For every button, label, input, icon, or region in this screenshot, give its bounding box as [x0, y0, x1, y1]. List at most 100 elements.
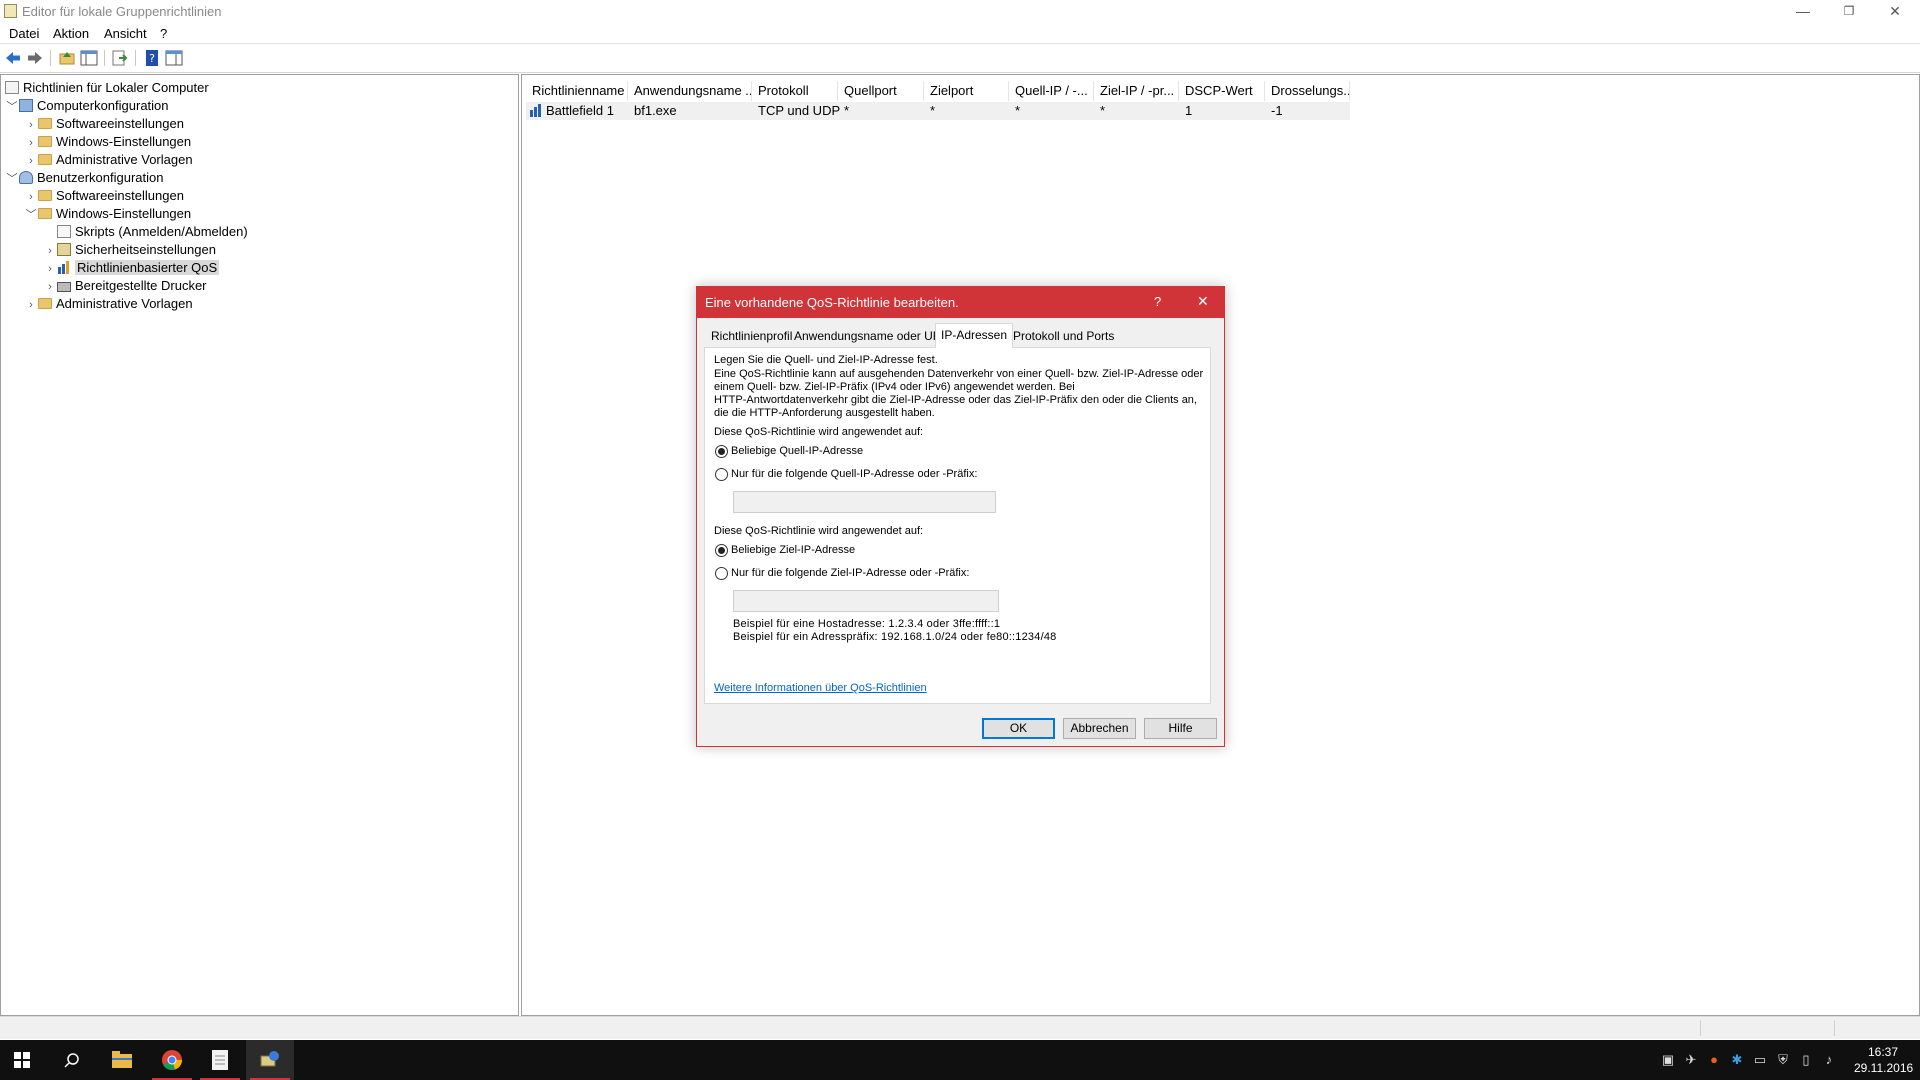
tree-item-label: Softwareeinstellungen	[56, 188, 184, 203]
radio-any-source-ip-label[interactable]: Beliebige Quell-IP-Adresse	[731, 445, 863, 458]
close-button[interactable]: ✕	[1872, 0, 1918, 23]
dest-ip-input[interactable]	[733, 590, 999, 612]
menu-bar: Datei Aktion Ansicht ?	[0, 23, 1920, 44]
dialog-help-button[interactable]: ?	[1154, 294, 1161, 309]
radio-specific-dest-ip-label[interactable]: Nur für die folgende Ziel-IP-Adresse ode…	[731, 567, 969, 580]
tray-app-icon[interactable]: ▣	[1660, 1052, 1676, 1068]
window-title-bar: Editor für lokale Gruppenrichtlinien — ❐…	[0, 0, 1920, 23]
tree-item-label: Sicherheitseinstellungen	[75, 242, 216, 257]
ok-button[interactable]: OK	[982, 718, 1055, 739]
chevron-right-icon[interactable]: ›	[43, 242, 57, 260]
qos-edit-dialog: Eine vorhandene QoS-Richtlinie bearbeite…	[696, 286, 1225, 747]
column-header-policy-name[interactable]: Richtlinienname	[526, 81, 628, 101]
tree-item-label: Administrative Vorlagen	[56, 152, 193, 167]
tree-item-computer-windows[interactable]: › Windows-Einstellungen	[5, 133, 248, 151]
example-host-address: Beispiel für eine Hostadresse: 1.2.3.4 o…	[733, 618, 1001, 630]
tree-item-computer-admin[interactable]: › Administrative Vorlagen	[5, 151, 248, 169]
tree-item-user-windows[interactable]: ﹀ Windows-Einstellungen	[5, 205, 248, 223]
chevron-right-icon[interactable]: ›	[43, 278, 57, 296]
menu-aktion[interactable]: Aktion	[53, 26, 89, 41]
tree-item-scripts[interactable]: Skripts (Anmelden/Abmelden)	[5, 223, 248, 241]
tray-battery-icon[interactable]: ▯	[1798, 1052, 1814, 1068]
column-header-dest-ip[interactable]: Ziel-IP / -pr...	[1094, 81, 1179, 101]
up-folder-icon[interactable]	[58, 49, 76, 67]
source-ip-input[interactable]	[733, 491, 996, 513]
tray-display-icon[interactable]: ▭	[1752, 1052, 1768, 1068]
radio-specific-source-ip-label[interactable]: Nur für die folgende Quell-IP-Adresse od…	[731, 468, 977, 481]
dialog-close-button[interactable]: ✕	[1197, 293, 1209, 310]
column-header-protocol[interactable]: Protokoll	[752, 81, 838, 101]
tray-network-adapter-icon[interactable]: ✱	[1729, 1052, 1745, 1068]
chevron-right-icon[interactable]: ›	[24, 188, 38, 206]
chevron-down-icon[interactable]: ﹀	[24, 206, 38, 224]
tray-origin-icon[interactable]: ●	[1706, 1052, 1722, 1068]
tree-item-qos[interactable]: › Richtlinienbasierter QoS	[5, 259, 248, 277]
qos-chart-icon	[58, 261, 69, 274]
help-button[interactable]: Hilfe	[1144, 718, 1217, 739]
tray-shield-icon[interactable]: ⛨	[1775, 1052, 1791, 1068]
radio-specific-dest-ip[interactable]	[715, 567, 728, 580]
tree-item-user[interactable]: ﹀ Benutzerkonfiguration	[5, 169, 248, 187]
chevron-right-icon[interactable]: ›	[24, 152, 38, 170]
chevron-right-icon[interactable]: ›	[24, 296, 38, 314]
tree-item-user-software[interactable]: › Softwareeinstellungen	[5, 187, 248, 205]
tree-item-computer[interactable]: ﹀ Computerkonfiguration	[5, 97, 248, 115]
menu-datei[interactable]: Datei	[9, 26, 39, 41]
export-list-icon[interactable]	[111, 49, 129, 67]
folder-icon	[38, 154, 52, 165]
tree-item-label: Skripts (Anmelden/Abmelden)	[75, 224, 248, 239]
tree-item-computer-software[interactable]: › Softwareeinstellungen	[5, 115, 248, 133]
chevron-right-icon[interactable]: ›	[24, 134, 38, 152]
properties-pane-icon[interactable]	[165, 49, 183, 67]
tab-protokoll-ports[interactable]: Protokoll und Ports	[1008, 326, 1119, 347]
tray-volume-icon[interactable]: ♪	[1821, 1052, 1837, 1068]
folder-icon	[38, 298, 52, 309]
tab-anwendungsname[interactable]: Anwendungsname oder URL	[789, 326, 953, 347]
tree-item-security[interactable]: › Sicherheitseinstellungen	[5, 241, 248, 259]
taskbar-policy-editor[interactable]	[246, 1040, 294, 1080]
radio-any-source-ip[interactable]	[715, 445, 728, 458]
tab-ip-adressen[interactable]: IP-Adressen	[935, 323, 1014, 348]
chevron-right-icon[interactable]: ›	[24, 116, 38, 134]
panel-description-line: HTTP-Antwortdatenverkehr gibt die Ziel-I…	[714, 394, 1197, 406]
tray-plane-icon[interactable]: ✈	[1683, 1052, 1699, 1068]
chevron-down-icon[interactable]: ﹀	[5, 98, 19, 116]
window-title: Editor für lokale Gruppenrichtlinien	[22, 4, 222, 19]
column-header-dest-port[interactable]: Zielport	[924, 81, 1009, 101]
forward-arrow-icon[interactable]	[26, 49, 44, 67]
taskbar: ▣ ✈ ● ✱ ▭ ⛨ ▯ ♪ 16:37 29.11.2016	[0, 1040, 1920, 1080]
menu-ansicht[interactable]: Ansicht	[104, 26, 147, 41]
taskbar-notepad[interactable]	[196, 1040, 244, 1080]
taskbar-chrome[interactable]	[148, 1040, 196, 1080]
console-tree-pane[interactable]: Richtlinien für Lokaler Computer ﹀ Comput…	[0, 74, 519, 1016]
printer-icon	[57, 282, 71, 292]
chevron-right-icon[interactable]: ›	[43, 260, 57, 278]
radio-any-dest-ip-label[interactable]: Beliebige Ziel-IP-Adresse	[731, 544, 855, 557]
radio-specific-source-ip[interactable]	[715, 468, 728, 481]
windows-start-icon[interactable]	[14, 1052, 30, 1068]
more-info-link[interactable]: Weitere Informationen über QoS-Richtlini…	[714, 682, 927, 694]
column-header-throttle[interactable]: Drosselungs...	[1265, 81, 1350, 101]
radio-any-dest-ip[interactable]	[715, 544, 728, 557]
search-icon[interactable]	[64, 1052, 80, 1068]
back-arrow-icon[interactable]	[4, 49, 22, 67]
security-settings-icon	[57, 243, 71, 256]
taskbar-file-explorer[interactable]	[98, 1040, 146, 1080]
column-header-source-port[interactable]: Quellport	[838, 81, 924, 101]
restore-button[interactable]: ❐	[1826, 0, 1872, 23]
minimize-button[interactable]: —	[1780, 0, 1826, 23]
column-header-dscp[interactable]: DSCP-Wert	[1179, 81, 1265, 101]
tree-item-root[interactable]: Richtlinien für Lokaler Computer	[5, 79, 248, 97]
show-hide-tree-icon[interactable]	[80, 49, 98, 67]
help-book-icon[interactable]: ?	[143, 49, 161, 67]
column-header-source-ip[interactable]: Quell-IP / -...	[1009, 81, 1094, 101]
taskbar-clock[interactable]: 16:37 29.11.2016	[1854, 1044, 1913, 1076]
column-header-application[interactable]: Anwendungsname ...	[628, 81, 752, 101]
menu-help[interactable]: ?	[160, 26, 167, 41]
cancel-button[interactable]: Abbrechen	[1063, 718, 1136, 739]
tab-richtlinienprofil[interactable]: Richtlinienprofil	[706, 326, 797, 347]
chevron-down-icon[interactable]: ﹀	[5, 170, 19, 188]
tree-item-printers[interactable]: › Bereitgestellte Drucker	[5, 277, 248, 295]
tree-item-user-admin[interactable]: › Administrative Vorlagen	[5, 295, 248, 313]
cell-throttle: -1	[1271, 103, 1283, 118]
